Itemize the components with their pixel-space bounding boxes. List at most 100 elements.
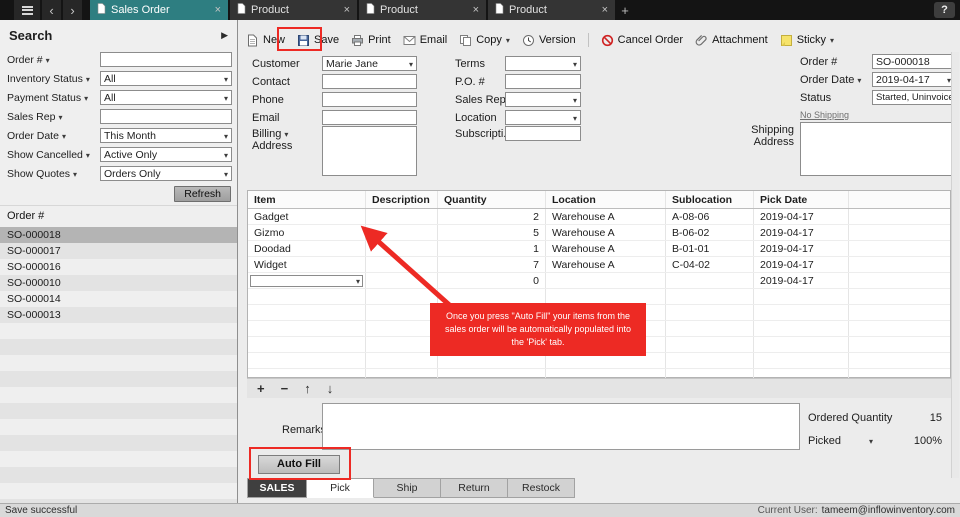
vertical-scrollbar[interactable]	[951, 52, 959, 478]
tab-close-icon[interactable]	[344, 4, 350, 16]
item-description	[366, 369, 438, 378]
help-button[interactable]: ?	[934, 2, 955, 18]
order-number-label: Order #	[800, 56, 837, 68]
field-selector-caret-icon[interactable]	[58, 111, 62, 123]
order-list-item[interactable]: SO-000016	[0, 259, 237, 275]
view-tab[interactable]: Pick	[307, 478, 374, 498]
paperclip-icon	[695, 34, 708, 47]
email-button[interactable]: Email	[403, 34, 448, 47]
nav-forward-button[interactable]	[63, 0, 82, 20]
search-field-control[interactable]: All	[100, 71, 232, 86]
app-window: Sales Order Product Product Product ? Se…	[0, 0, 960, 517]
location-select[interactable]	[505, 110, 581, 125]
copy-button[interactable]: Copy	[459, 34, 510, 47]
refresh-button[interactable]: Refresh	[174, 186, 231, 202]
column-header-location[interactable]: Location	[546, 191, 666, 208]
order-id: SO-000013	[7, 309, 61, 321]
po-number-input[interactable]	[505, 74, 581, 89]
view-tab[interactable]: Restock	[508, 478, 575, 498]
search-field-control[interactable]: Orders Only	[100, 166, 232, 181]
contact-input[interactable]	[322, 74, 417, 89]
view-tab[interactable]: Ship	[374, 478, 441, 498]
tab-label: Sales Order	[111, 4, 170, 16]
item-select[interactable]	[250, 275, 363, 287]
column-header-filler	[849, 191, 950, 208]
attachment-button[interactable]: Attachment	[695, 34, 768, 47]
item-pick-date: 2019-04-17	[754, 257, 849, 272]
field-selector-caret-icon[interactable]	[62, 130, 66, 142]
search-field-control[interactable]: This Month	[100, 128, 232, 143]
order-number-input[interactable]: SO-000018	[872, 54, 955, 69]
menu-button[interactable]	[14, 0, 40, 20]
order-form: Customer Marie Jane Contact Phone Email …	[238, 50, 960, 210]
billing-address-textarea[interactable]	[322, 126, 417, 176]
column-header-pick-date[interactable]: Pick Date	[754, 191, 849, 208]
new-tab-button[interactable]	[615, 0, 635, 20]
field-selector-caret-icon[interactable]	[284, 128, 288, 140]
item-sublocation	[666, 321, 754, 336]
search-field-control[interactable]: All	[100, 90, 232, 105]
item-pick-date	[754, 337, 849, 352]
field-selector-caret-icon[interactable]	[73, 168, 77, 180]
view-tab[interactable]: SALES	[247, 478, 307, 498]
item-sublocation	[666, 337, 754, 352]
item-sublocation: A-08-06	[666, 209, 754, 224]
terms-label: Terms	[455, 58, 485, 70]
nav-back-button[interactable]	[42, 0, 61, 20]
terms-select[interactable]	[505, 56, 581, 71]
order-id: SO-000018	[7, 229, 61, 241]
field-selector-caret-icon[interactable]	[857, 74, 861, 86]
cancel-order-button[interactable]: Cancel Order	[601, 34, 683, 47]
no-shipping-link[interactable]: No Shipping	[800, 110, 849, 120]
window-tab[interactable]: Product	[359, 0, 486, 20]
dropdown-caret-icon[interactable]	[869, 435, 873, 447]
search-field-control[interactable]	[100, 52, 232, 67]
tab-close-icon[interactable]	[473, 4, 479, 16]
toolbar-separator	[588, 33, 589, 47]
window-tab[interactable]: Product	[230, 0, 357, 20]
dropdown-caret-icon	[224, 92, 228, 104]
shipping-address-textarea[interactable]	[800, 122, 955, 176]
table-row[interactable]	[248, 369, 950, 378]
collapse-panel-icon[interactable]	[221, 29, 228, 41]
order-list-item[interactable]: SO-000013	[0, 307, 237, 323]
email-input[interactable]	[322, 110, 417, 125]
sticky-note-icon	[780, 34, 793, 47]
move-row-up-icon[interactable]	[304, 382, 311, 395]
sticky-button[interactable]: Sticky	[780, 34, 834, 47]
remove-row-icon[interactable]	[281, 382, 289, 395]
order-list-item[interactable]: SO-000014	[0, 291, 237, 307]
customer-select[interactable]: Marie Jane	[322, 56, 417, 71]
tab-close-icon[interactable]	[602, 4, 608, 16]
window-tab[interactable]: Sales Order	[90, 0, 228, 20]
search-field-control[interactable]	[100, 109, 232, 124]
search-field-label: Order #	[7, 54, 43, 66]
order-date-select[interactable]: 2019-04-17	[872, 72, 955, 87]
add-row-icon[interactable]	[257, 382, 265, 395]
copy-icon	[459, 34, 472, 47]
subscription-input[interactable]	[505, 126, 581, 141]
move-row-down-icon[interactable]	[327, 382, 334, 395]
field-selector-caret-icon[interactable]	[46, 54, 50, 66]
column-header-quantity[interactable]: Quantity	[438, 191, 546, 208]
window-tab[interactable]: Product	[488, 0, 615, 20]
field-selector-caret-icon[interactable]	[86, 73, 90, 85]
column-header-description[interactable]: Description	[366, 191, 438, 208]
view-tab[interactable]: Return	[441, 478, 508, 498]
search-field-row: Payment Status All	[0, 88, 237, 107]
version-button[interactable]: Version	[522, 34, 576, 47]
order-list-item[interactable]: SO-000010	[0, 275, 237, 291]
item-description	[366, 337, 438, 352]
column-header-sublocation[interactable]: Sublocation	[666, 191, 754, 208]
print-button[interactable]: Print	[351, 34, 391, 47]
search-field-control[interactable]: Active Only	[100, 147, 232, 162]
phone-input[interactable]	[322, 92, 417, 107]
sales-rep-select[interactable]	[505, 92, 581, 107]
remarks-textarea[interactable]	[322, 403, 800, 450]
order-list-item[interactable]: SO-000017	[0, 243, 237, 259]
field-selector-caret-icon[interactable]	[86, 149, 90, 161]
order-list-item[interactable]: SO-000018	[0, 227, 237, 243]
column-header-item[interactable]: Item	[248, 191, 366, 208]
field-selector-caret-icon[interactable]	[84, 92, 88, 104]
tab-close-icon[interactable]	[215, 4, 221, 16]
